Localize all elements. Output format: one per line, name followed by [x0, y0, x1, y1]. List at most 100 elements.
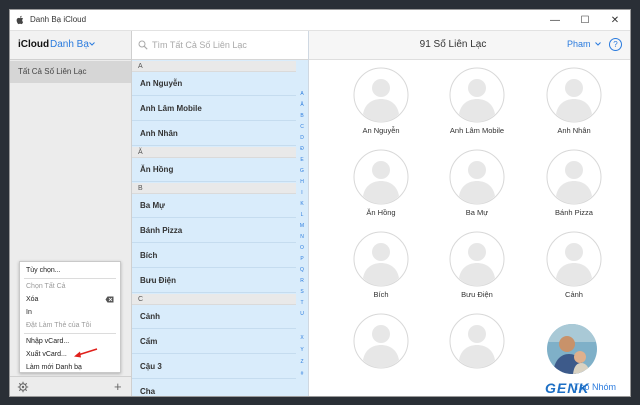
index-letter[interactable]: L — [296, 212, 308, 218]
contact-card[interactable]: Cảnh — [529, 231, 619, 313]
contact-row[interactable]: Bưu Điện — [132, 269, 296, 293]
index-letter[interactable]: C — [296, 124, 308, 130]
title-bar: Danh Bạ iCloud — ☐ ✕ — [10, 10, 630, 31]
index-letter[interactable]: U — [296, 311, 308, 317]
menu-item-import-vcard[interactable]: Nhập vCard... — [20, 335, 120, 348]
contact-row[interactable]: Cẩm — [132, 330, 296, 354]
index-letter[interactable]: P — [296, 256, 308, 262]
contact-card[interactable]: Ba Mự — [432, 149, 522, 231]
menu-divider — [24, 278, 116, 279]
avatar-placeholder-icon — [353, 231, 409, 287]
contact-row[interactable]: Cảnh — [132, 305, 296, 329]
section-header: Ă — [132, 147, 296, 158]
contact-cards-pane: 91 Số Liên Lạc Pham ? An Nguyễn Anh Lâm … — [309, 31, 630, 396]
avatar-placeholder-icon — [546, 67, 602, 123]
menu-item-delete[interactable]: Xóa — [20, 293, 120, 306]
contact-row[interactable]: Anh Nhân — [132, 122, 296, 146]
index-letter[interactable]: # — [296, 371, 308, 377]
contact-row[interactable]: An Nguyễn — [132, 72, 296, 96]
section-header: A — [132, 61, 296, 72]
contact-card-name: Ăn Hồng — [366, 208, 396, 217]
index-letter[interactable]: Đ — [296, 146, 308, 152]
contact-card[interactable]: Anh Lâm Mobile — [432, 67, 522, 149]
account-menu[interactable]: Pham — [567, 39, 591, 49]
gear-icon[interactable] — [17, 381, 29, 393]
contact-card[interactable] — [432, 313, 522, 395]
index-letter[interactable]: H — [296, 179, 308, 185]
contact-count: 91 Số Liên Lạc — [419, 39, 487, 50]
index-letter[interactable]: Ă — [296, 102, 308, 108]
contact-card[interactable]: Bích — [336, 231, 426, 313]
contact-card-name: Cảnh — [565, 290, 583, 299]
app-switcher[interactable]: Danh Bạ — [50, 39, 89, 50]
avatar-placeholder-icon — [449, 67, 505, 123]
avatar-placeholder-icon — [353, 313, 409, 369]
contact-card-name: Bưu Điện — [461, 290, 493, 299]
backspace-icon — [105, 296, 114, 303]
contact-card[interactable]: Bưu Điện — [432, 231, 522, 313]
index-letter[interactable]: X — [296, 335, 308, 341]
add-contact-button[interactable]: + — [114, 379, 122, 394]
contact-row[interactable]: Ăn Hồng — [132, 158, 296, 182]
index-letter[interactable]: M — [296, 223, 308, 229]
sidebar: iCloud Danh Bạ Tất Cả Số Liên Lạc Tùy ch… — [10, 31, 132, 396]
contact-card-name: Ba Mự — [465, 208, 489, 217]
maximize-button[interactable]: ☐ — [570, 10, 600, 31]
contact-card[interactable]: Anh Nhân — [529, 67, 619, 149]
avatar-placeholder-icon — [353, 149, 409, 205]
contact-card[interactable]: An Nguyễn — [336, 67, 426, 149]
contact-photo[interactable] — [547, 324, 597, 374]
contact-card[interactable] — [336, 313, 426, 395]
avatar-placeholder-icon — [353, 67, 409, 123]
search-bar[interactable]: Tìm Tất Cả Số Liên Lạc — [132, 31, 308, 60]
contact-row[interactable]: Cậu 3 — [132, 355, 296, 379]
index-letter[interactable]: N — [296, 234, 308, 240]
index-letter[interactable]: I — [296, 190, 308, 196]
close-button[interactable]: ✕ — [600, 10, 630, 31]
index-letter[interactable]: G — [296, 168, 308, 174]
index-letter[interactable]: K — [296, 201, 308, 207]
help-button[interactable]: ? — [609, 38, 622, 51]
index-letter[interactable]: B — [296, 113, 308, 119]
minimize-button[interactable]: — — [540, 10, 570, 31]
sidebar-item-all-contacts[interactable]: Tất Cả Số Liên Lạc — [10, 61, 131, 83]
index-letter[interactable]: S — [296, 289, 308, 295]
avatar-placeholder-icon — [546, 149, 602, 205]
index-letter[interactable]: R — [296, 278, 308, 284]
contact-card-name: Bánh Pizza — [555, 208, 593, 217]
index-letter[interactable]: E — [296, 157, 308, 163]
contact-row[interactable]: Bích — [132, 244, 296, 268]
search-input[interactable]: Tìm Tất Cả Số Liên Lạc — [152, 40, 247, 50]
menu-item-select-all: Chọn Tất Cả — [26, 283, 66, 290]
chevron-down-icon[interactable] — [595, 42, 601, 46]
annotation-arrow-icon — [74, 348, 98, 358]
chevron-down-icon[interactable] — [89, 42, 95, 46]
index-letter[interactable]: O — [296, 245, 308, 251]
index-letter[interactable]: T — [296, 300, 308, 306]
alphabet-index[interactable]: A Ă B C D Đ E G H I K L M N O P Q R S T … — [296, 91, 308, 396]
search-icon — [138, 40, 148, 50]
menu-divider — [24, 333, 116, 334]
menu-item-print[interactable]: In — [20, 306, 120, 319]
sidebar-header: iCloud Danh Bạ — [10, 31, 131, 60]
index-letter[interactable]: Y — [296, 347, 308, 353]
index-letter[interactable]: D — [296, 135, 308, 141]
index-letter[interactable]: Z — [296, 359, 308, 365]
menu-item-refresh-contacts[interactable]: Làm mới Danh bạ — [20, 361, 120, 374]
menu-item-export-vcard[interactable]: Xuất vCard... — [20, 348, 120, 361]
menu-item-export-vcard-label: Xuất vCard... — [26, 351, 67, 358]
contact-row[interactable]: Bánh Pizza — [132, 219, 296, 243]
contact-card-name: An Nguyễn — [362, 126, 400, 135]
index-letter[interactable]: A — [296, 91, 308, 97]
section-header: C — [132, 294, 296, 305]
index-letter[interactable]: Q — [296, 267, 308, 273]
contact-row[interactable]: Cha — [132, 380, 296, 396]
contact-row[interactable]: Ba Mự — [132, 194, 296, 218]
watermark-logo: GENK — [545, 380, 590, 396]
menu-item-make-my-card: Đặt Làm Thẻ của Tôi — [26, 322, 92, 329]
avatar-placeholder-icon — [449, 231, 505, 287]
menu-item-preferences[interactable]: Tùy chọn... — [20, 264, 120, 277]
contact-card[interactable]: Ăn Hồng — [336, 149, 426, 231]
contact-row[interactable]: Anh Lâm Mobile — [132, 97, 296, 121]
contact-card[interactable]: Bánh Pizza — [529, 149, 619, 231]
